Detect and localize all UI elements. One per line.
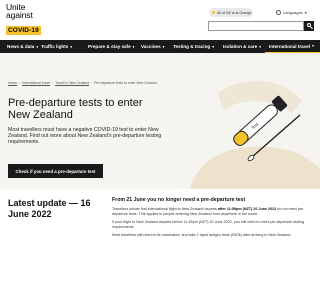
languages-label: Languages (283, 10, 303, 15)
latest-update-title: Latest update — 16 June 2022 (8, 198, 91, 219)
logo-covid: COVID-19 (6, 26, 41, 35)
breadcrumb-home[interactable]: Home (8, 81, 17, 85)
logo-line-2: against (6, 10, 33, 20)
nav-label: International travel (269, 43, 311, 49)
chevron-down-icon: ▾ (162, 44, 165, 49)
globe-icon (276, 10, 281, 15)
nav-prepare[interactable]: Prepare & stay safe ▾ (84, 40, 137, 53)
nav-label: Traffic lights (41, 44, 69, 49)
hero-description: Most travellers must have a negative COV… (8, 127, 162, 146)
breadcrumb: Home › International travel › Travel to Ne… (8, 81, 157, 85)
latest-update-body: From 21 June you no longer need a pre-de… (112, 197, 312, 241)
breadcrumb-separator: › (51, 81, 53, 85)
alert-level-text: All of NZ is at Orange (217, 10, 252, 15)
nav-vaccines[interactable]: Vaccines ▾ (137, 40, 169, 53)
chevron-down-icon: ▾ (212, 44, 214, 49)
chevron-down-icon: ▾ (304, 10, 307, 15)
status-dot-icon (212, 11, 215, 14)
chevron-down-icon: ▾ (259, 44, 262, 49)
breadcrumb-separator: › (18, 81, 20, 85)
nav-label: News & data (7, 44, 35, 49)
search-icon-handle (310, 26, 313, 29)
nav-testing-tracing[interactable]: Testing & tracing ▾ (169, 40, 219, 53)
search-button[interactable] (304, 21, 314, 31)
nav-label: Testing & tracing (173, 44, 211, 49)
main-nav: News & data ▾ Traffic lights ▾ Prepare & s… (0, 40, 320, 53)
page-title: Pre-departure tests to enter New Zealand (8, 97, 143, 121)
nav-news-data[interactable]: News & data ▾ (0, 40, 38, 53)
site-header: Unite against COVID-19 All of NZ is at O… (0, 0, 320, 40)
languages-menu[interactable]: Languages ▾ (276, 8, 307, 17)
alert-level-pill[interactable]: All of NZ is at Orange (209, 8, 253, 17)
breadcrumb-travel-to-nz[interactable]: Travel to New Zealand (55, 81, 89, 85)
chevron-down-icon: ▾ (70, 44, 73, 49)
search-input[interactable] (208, 21, 304, 31)
hero-section: Test Home › International travel › Travel … (0, 53, 320, 189)
nav-label: Isolation & care (223, 44, 258, 49)
nav-isolation-care[interactable]: Isolation & care ▾ (219, 40, 265, 53)
breadcrumb-international-travel[interactable]: International travel (22, 81, 50, 85)
latest-update-paragraph-2: If your flight to New Zealand departs be… (112, 220, 304, 229)
breadcrumb-current: Pre-departure tests to enter New Zealand (94, 81, 157, 85)
breadcrumb-separator: › (90, 81, 92, 85)
latest-update-section: Latest update — 16 June 2022 From 21 Jun… (0, 189, 320, 288)
latest-update-heading: From 21 June you no longer need a pre-de… (112, 197, 246, 203)
nav-international-travel[interactable]: International travel ▾ (265, 40, 320, 53)
chevron-down-icon: ▾ (132, 44, 135, 49)
check-pre-departure-test-button[interactable]: Check if you need a pre-departure test (8, 164, 103, 178)
p1-bold: after 11:59pm (NZT) 20 June 2022 (217, 207, 277, 211)
unite-against-covid-logo[interactable]: Unite against COVID-19 (6, 3, 46, 37)
nav-traffic-lights[interactable]: Traffic lights ▾ (37, 40, 84, 53)
chevron-down-icon: ▾ (312, 44, 314, 48)
nav-label: Vaccines (141, 44, 161, 49)
latest-update-paragraph-3: Most travellers still need to be vaccina… (112, 233, 292, 237)
nav-label: Prepare & stay safe (88, 44, 131, 49)
latest-update-paragraph-1: Travellers whose first international fli… (112, 207, 312, 217)
p1-pre: Travellers whose first international fli… (112, 207, 218, 211)
